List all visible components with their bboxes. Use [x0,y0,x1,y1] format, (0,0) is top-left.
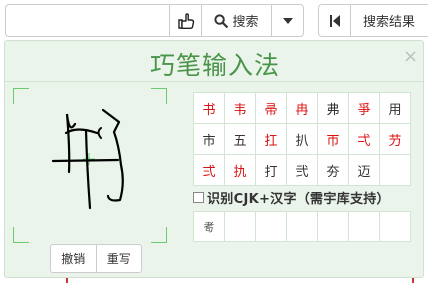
handwrite-button[interactable] [169,4,202,37]
ime-divider [5,81,423,82]
radical-empty-cell [287,212,318,242]
candidate-char[interactable]: 扏 [225,155,256,186]
candidate-char[interactable]: 芀 [380,124,411,155]
radical-empty-cell [318,212,349,242]
previous-result-button[interactable] [318,4,351,37]
pointing-hand-icon [177,12,194,29]
radical-empty-cell [380,212,411,242]
ime-title: 巧笔输入法 [149,51,280,80]
radical-empty-cell [256,212,287,242]
close-icon[interactable]: × [403,47,418,67]
candidate-char[interactable]: 扒 [287,124,318,155]
search-button[interactable]: 搜索 [201,4,272,37]
handwriting-canvas[interactable] [13,88,167,243]
radical-empty-cell [225,212,256,242]
search-button-label: 搜索 [232,15,259,30]
candidate-char[interactable]: 帀 [318,124,349,155]
candidate-char[interactable]: 五 [225,124,256,155]
candidate-empty-cell [380,155,411,186]
rewrite-button[interactable]: 重写 [95,244,142,273]
candidate-char[interactable]: 韦 [225,93,256,124]
candidate-char[interactable]: 迈 [349,155,380,186]
cjk-option-label: 识别CJK+汉字（需宇库支持） [207,192,390,207]
candidate-char[interactable]: 打 [256,155,287,186]
cjk-option[interactable]: 识别CJK+汉字（需宇库支持） [193,188,390,207]
canvas-actions: 撤销 重写 [50,244,142,273]
search-icon [214,13,229,28]
candidate-char[interactable]: 弐 [287,155,318,186]
candidate-char[interactable]: 扛 [256,124,287,155]
search-results-label: 搜索结果 [363,15,416,30]
search-input[interactable] [5,4,169,37]
radical-empty-cell [349,212,380,242]
candidate-char[interactable]: 夯 [318,155,349,186]
search-results-button[interactable]: 搜索结果 [350,4,428,37]
candidate-char[interactable]: 弌 [349,124,380,155]
candidate-char[interactable]: 冉 [287,93,318,124]
search-options-dropdown[interactable] [271,4,304,37]
skip-back-icon [329,14,340,27]
candidate-char[interactable]: 爭 [349,93,380,124]
candidate-char[interactable]: 书 [194,93,225,124]
candidate-char[interactable]: 弍 [194,155,225,186]
radical-char[interactable]: 耉 [194,212,225,242]
candidate-char[interactable]: 用 [380,93,411,124]
cjk-checkbox[interactable] [193,192,204,203]
radical-grid: 耉 [193,211,411,242]
candidate-grid: 书韦帚冉弗爭用市五扛扒帀弌芀弍扏打弐夯迈 [193,92,411,186]
undo-button[interactable]: 撤销 [50,244,96,273]
caret-down-icon [282,17,293,24]
handwriting-ime-panel: 巧笔输入法 × 撤销 重写 书韦帚冉弗爭用市五扛扒帀弌芀弍扏打弐夯迈 识别CJK… [4,40,424,278]
candidate-char[interactable]: 弗 [318,93,349,124]
toolbar: 搜索 搜索结果 [0,0,428,40]
candidate-char[interactable]: 帚 [256,93,287,124]
candidate-char[interactable]: 市 [194,124,225,155]
handwriting-strokes [51,108,124,210]
